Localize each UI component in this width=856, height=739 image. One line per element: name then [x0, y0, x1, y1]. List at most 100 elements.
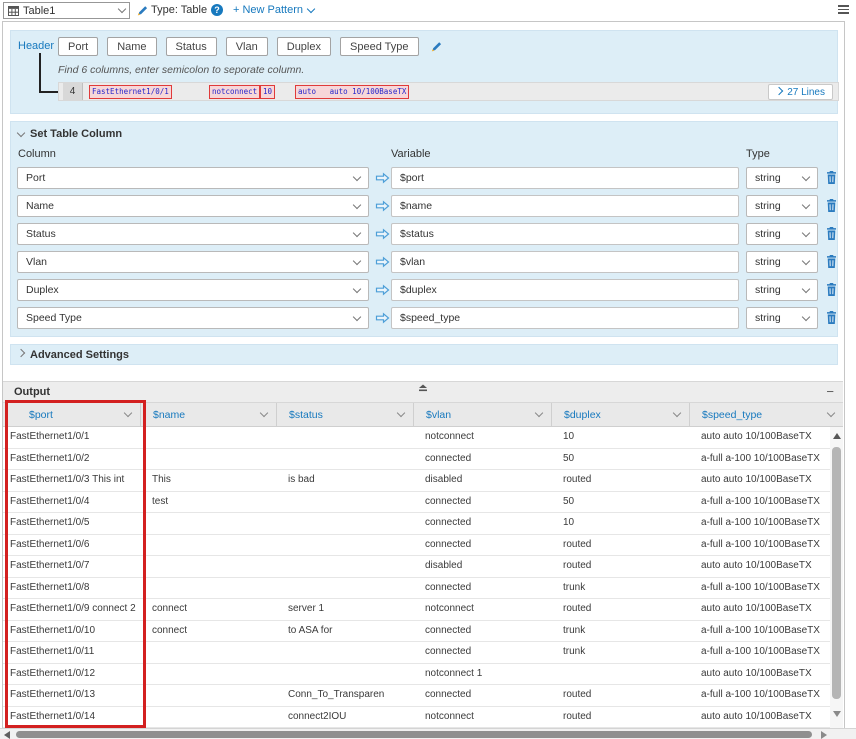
output-cell: server 1	[277, 599, 414, 620]
help-icon[interactable]: ?	[211, 4, 223, 16]
variable-input[interactable]: $duplex	[391, 279, 739, 301]
variable-input[interactable]: $status	[391, 223, 739, 245]
matched-token-status[interactable]: notconnect	[209, 85, 260, 99]
output-vertical-scrollbar[interactable]	[830, 427, 843, 728]
scroll-right-icon[interactable]	[821, 731, 827, 739]
variable-input[interactable]: $vlan	[391, 251, 739, 273]
type-dropdown[interactable]: string	[746, 167, 818, 189]
output-cell	[141, 578, 277, 599]
lines-count-button[interactable]: 27 Lines	[768, 84, 833, 100]
new-pattern-button[interactable]: + New Pattern	[233, 4, 314, 16]
column-dropdown[interactable]: Status	[17, 223, 369, 245]
column-tag-status[interactable]: Status	[166, 37, 217, 56]
output-cell	[141, 707, 277, 728]
map-arrow-icon	[375, 228, 390, 240]
edit-table-pencil-icon[interactable]	[136, 4, 149, 17]
toolbar: Table1 Type: Table ? + New Pattern	[0, 0, 856, 21]
column-dropdown[interactable]: Vlan	[17, 251, 369, 273]
output-cell: FastEthernet1/0/7	[3, 556, 141, 577]
column-dropdown-value: Port	[26, 172, 45, 184]
table-select[interactable]: Table1	[3, 2, 130, 19]
collapse-panel-icon[interactable]	[417, 383, 429, 392]
output-cell	[277, 642, 414, 663]
output-header-row: $port $name $status $vlan $duplex $speed…	[3, 403, 843, 427]
output-cell: test	[141, 492, 277, 513]
output-cell: auto auto 10/100BaseTX	[690, 427, 830, 448]
column-dropdown[interactable]: Port	[17, 167, 369, 189]
edit-header-pencil-icon[interactable]	[430, 40, 443, 53]
output-cell	[277, 449, 414, 470]
column-tag-name[interactable]: Name	[107, 37, 156, 56]
output-column-header[interactable]: $vlan	[414, 403, 552, 426]
delete-column-trash-icon[interactable]	[826, 283, 837, 296]
column-dropdown[interactable]: Duplex	[17, 279, 369, 301]
output-cell: connected	[414, 642, 552, 663]
column-tag-port[interactable]: Port	[58, 37, 98, 56]
output-cell: connected	[414, 535, 552, 556]
matched-token-speed[interactable]: auto auto 10/100BaseTX	[295, 85, 409, 99]
delete-column-trash-icon[interactable]	[826, 171, 837, 184]
vertical-scrollbar-thumb[interactable]	[832, 447, 841, 699]
output-cell: a-full a-100 10/100BaseTX	[690, 535, 830, 556]
type-header-label: Type	[746, 148, 770, 160]
type-dropdown[interactable]: string	[746, 307, 818, 329]
matched-token-port[interactable]: FastEthernet1/0/1	[89, 85, 172, 99]
output-cell: notconnect 1	[414, 664, 552, 685]
table-row: FastEthernet1/0/3 This intThisis baddisa…	[3, 470, 830, 492]
delete-column-trash-icon[interactable]	[826, 199, 837, 212]
chevron-down-icon	[397, 409, 405, 417]
advanced-settings-toggle[interactable]: Advanced Settings	[10, 344, 838, 365]
output-column-header[interactable]: $status	[277, 403, 414, 426]
output-column-header[interactable]: $port	[3, 403, 141, 426]
type-dropdown[interactable]: string	[746, 279, 818, 301]
output-cell: connected	[414, 513, 552, 534]
column-tag-vlan[interactable]: Vlan	[226, 37, 268, 56]
variable-input[interactable]: $speed_type	[391, 307, 739, 329]
scroll-up-icon[interactable]	[833, 433, 841, 439]
output-cell: auto auto 10/100BaseTX	[690, 707, 830, 728]
type-dropdown[interactable]: string	[746, 195, 818, 217]
delete-column-trash-icon[interactable]	[826, 255, 837, 268]
output-cell: notconnect	[414, 707, 552, 728]
type-dropdown[interactable]: string	[746, 251, 818, 273]
output-column-header[interactable]: $speed_type	[690, 403, 843, 426]
output-cell: connect	[141, 599, 277, 620]
output-cell: connected	[414, 449, 552, 470]
scroll-left-icon[interactable]	[4, 731, 10, 739]
minimize-output-button[interactable]: −	[826, 382, 834, 402]
column-dropdown[interactable]: Speed Type	[17, 307, 369, 329]
chevron-down-icon	[802, 256, 810, 264]
variable-input[interactable]: $name	[391, 195, 739, 217]
column-tag-speed-type[interactable]: Speed Type	[340, 37, 419, 56]
table-row: FastEthernet1/0/2connected50a-full a-100…	[3, 449, 830, 471]
horizontal-scrollbar[interactable]	[0, 728, 856, 739]
output-cell	[277, 578, 414, 599]
menu-icon[interactable]	[838, 5, 849, 16]
column-tag-duplex[interactable]: Duplex	[277, 37, 331, 56]
advanced-settings-label: Advanced Settings	[30, 349, 129, 361]
table-row: FastEthernet1/0/11connectedtrunka-full a…	[3, 642, 830, 664]
type-dropdown[interactable]: string	[746, 223, 818, 245]
column-mapping-list: Port $port string Name $name	[11, 167, 839, 329]
output-cell	[277, 664, 414, 685]
column-mapping-row: Duplex $duplex string	[11, 279, 839, 301]
horizontal-scrollbar-thumb[interactable]	[16, 731, 812, 738]
output-panel-header: Output −	[3, 381, 843, 403]
output-cell: routed	[552, 599, 690, 620]
matched-token-vlan[interactable]: 10	[260, 85, 275, 99]
output-cell	[141, 556, 277, 577]
set-table-column-toggle[interactable]: Set Table Column	[18, 128, 122, 140]
delete-column-trash-icon[interactable]	[826, 311, 837, 324]
output-column-header[interactable]: $duplex	[552, 403, 690, 426]
table-row: FastEthernet1/0/4testconnected50a-full a…	[3, 492, 830, 514]
delete-column-trash-icon[interactable]	[826, 227, 837, 240]
table-row: FastEthernet1/0/13Conn_To_Transparenconn…	[3, 685, 830, 707]
output-column-header[interactable]: $name	[141, 403, 277, 426]
column-dropdown[interactable]: Name	[17, 195, 369, 217]
chevron-down-icon	[802, 312, 810, 320]
scroll-down-icon[interactable]	[833, 711, 841, 717]
output-cell: connected	[414, 621, 552, 642]
output-cell	[277, 492, 414, 513]
output-cell: 10	[552, 513, 690, 534]
variable-input[interactable]: $port	[391, 167, 739, 189]
